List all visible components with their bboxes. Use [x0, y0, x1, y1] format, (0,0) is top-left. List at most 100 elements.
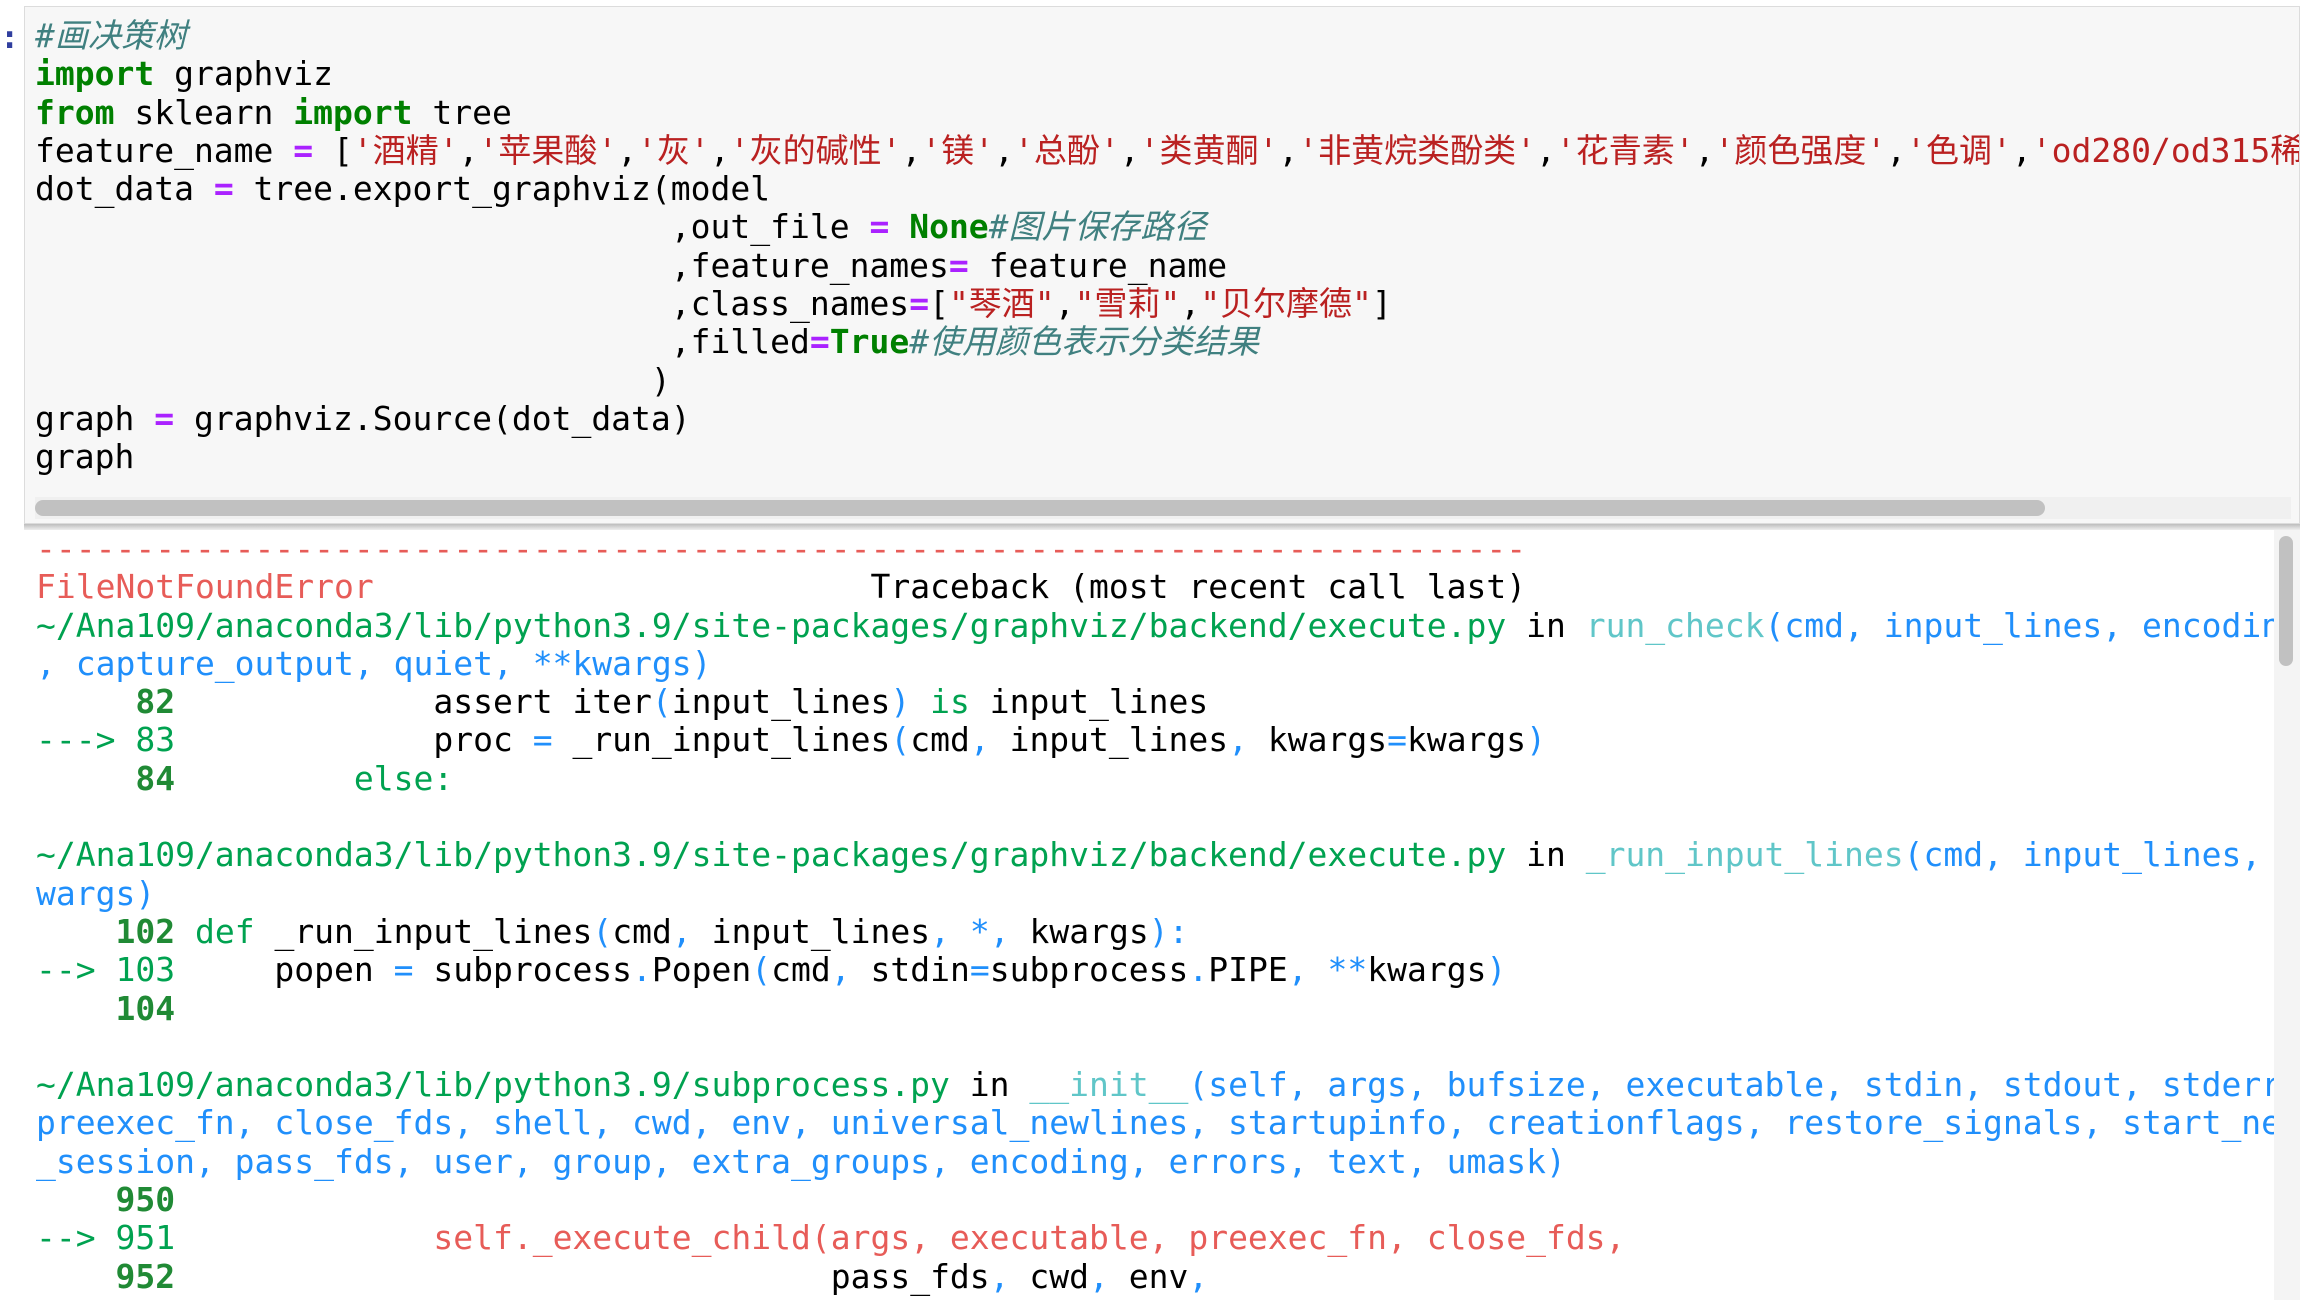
traceback-line-token: kwargs [1248, 720, 1388, 760]
traceback-line-token: ) [890, 682, 911, 722]
traceback-line-token: FileNotFoundError [36, 567, 374, 607]
code-line-token: ] [1371, 284, 1392, 324]
traceback-line-token: kwargs [1367, 950, 1487, 990]
traceback-line-token: ~/Ana109/anaconda3/lib/python3.9/site-pa… [36, 605, 1507, 645]
traceback-line-token: , capture_output, quiet, **kwargs) [36, 643, 712, 683]
traceback-line-token: proc [175, 720, 533, 760]
traceback-line-token: popen [175, 950, 394, 990]
code-line-token: '总酚' [1014, 130, 1120, 170]
traceback-line: wargs) [36, 874, 2274, 913]
traceback-line: ----------------------------------------… [36, 530, 2274, 568]
traceback-line-token: , [671, 911, 692, 951]
horizontal-scrollbar[interactable] [35, 497, 2291, 519]
code-line-token: = [213, 169, 234, 209]
traceback-line-token: . [632, 950, 652, 990]
traceback-line-token: env [1108, 1256, 1189, 1296]
traceback-line-token: cwd [1009, 1256, 1090, 1296]
traceback-line-token: 104 [115, 988, 176, 1028]
traceback-line-token: subprocess [989, 950, 1189, 990]
code-line-token: '苹果酸' [478, 130, 618, 170]
code-cell-editor[interactable]: #画决策树 import graphviz from sklearn import … [24, 6, 2300, 524]
horizontal-scrollbar-thumb[interactable] [35, 500, 2045, 516]
code-line-token: , [1278, 130, 1299, 170]
code-line-token: '花青素' [1555, 130, 1695, 170]
code-line-token: , [901, 130, 922, 170]
traceback-line: , capture_output, quiet, **kwargs) [36, 643, 2274, 683]
traceback-line: 102 def _run_input_lines(cmd, input_line… [36, 911, 2274, 951]
code-line: ) [35, 361, 2299, 400]
code-line-token: dot_data [35, 169, 214, 209]
traceback-line-token [1308, 950, 1328, 989]
code-line-token: = [154, 398, 175, 438]
traceback-line-token: assert iter [175, 682, 652, 722]
code-line: #画决策树 [35, 16, 2299, 55]
traceback-line-token: ) [1526, 720, 1547, 760]
code-line-token: = [948, 245, 969, 285]
code-line-token: '灰的碱性' [729, 130, 902, 170]
code-line-token: [ [929, 284, 949, 324]
traceback-line-token: ): [1148, 911, 1189, 951]
cell-prompt: : [0, 18, 20, 56]
traceback-line-token: input_lines [989, 720, 1229, 760]
code-line-token: = [869, 207, 890, 247]
traceback-line-token: --> 103 [36, 950, 176, 990]
code-line-token: '类黄酮' [1139, 130, 1279, 170]
traceback-line-token: = [532, 720, 553, 760]
code-line-token: import [35, 54, 155, 94]
code-line: ,class_names=["琴酒","雪莉","贝尔摩德"] [35, 284, 2299, 324]
traceback-line-token: ( [751, 950, 772, 990]
traceback-line-token [910, 682, 930, 721]
traceback-line-token: ---> 83 [36, 720, 176, 760]
traceback-line-token: cmd [612, 911, 672, 951]
code-line-token: graphviz.Source(dot_data) [174, 398, 691, 438]
code-line-token: = [909, 284, 930, 324]
code-line: ,filled=True#使用颜色表示分类结果 [35, 322, 2299, 362]
code-line-token: ,class_names [35, 284, 910, 324]
code-line-token: "贝尔摩德" [1200, 284, 1372, 324]
traceback-line-token [950, 912, 970, 951]
traceback-line-token [36, 912, 115, 951]
code-line-token: feature_name [35, 130, 294, 170]
traceback-line-token: , [830, 950, 851, 990]
code-lines[interactable]: #画决策树 import graphviz from sklearn import … [35, 16, 2299, 477]
traceback-line: ~/Ana109/anaconda3/lib/python3.9/site-pa… [36, 836, 2274, 874]
code-line-token: "琴酒" [948, 284, 1055, 324]
traceback-line-token: = [1387, 720, 1407, 760]
traceback-line-token: is [930, 682, 970, 722]
code-line-token: ,filled [35, 322, 810, 362]
traceback-line-token: (self, args, bufsize, executable, stdin,… [1188, 1065, 2274, 1105]
traceback-line-token: PIPE [1208, 950, 1288, 990]
code-line-token: None [909, 207, 989, 247]
code-line-token: '酒精' [352, 130, 459, 170]
traceback-line-token: ~/Ana109/anaconda3/lib/python3.9/subproc… [36, 1065, 950, 1105]
code-line-token: ,feature_names [35, 245, 949, 285]
traceback-line-token: , [1089, 1256, 1109, 1296]
traceback-line-token: *, [969, 911, 1010, 951]
code-line-token: '非黄烷类酚类' [1298, 130, 1537, 170]
code-line-token: , [709, 130, 730, 170]
vertical-scrollbar[interactable] [2274, 530, 2300, 1300]
code-line: ,out_file = None#图片保存路径 [35, 207, 2299, 247]
vertical-scrollbar-thumb[interactable] [2279, 536, 2293, 666]
code-line-token: = [293, 130, 314, 170]
code-line-token: , [1119, 130, 1140, 170]
traceback-line-token: , [1287, 950, 1308, 990]
traceback-line-token: __init__ [1029, 1065, 1189, 1105]
traceback-line: ---> 83 proc = _run_input_lines(cmd, inp… [36, 721, 2274, 759]
traceback-line-token: def [194, 911, 255, 951]
code-line-token: "雪莉" [1074, 284, 1181, 324]
traceback-line-token [36, 1180, 115, 1219]
traceback-line-token: self._execute_child(args, executable, pr… [433, 1218, 1626, 1258]
traceback-line-token: stdin [850, 950, 970, 990]
traceback-line: ~/Ana109/anaconda3/lib/python3.9/site-pa… [36, 605, 2274, 645]
traceback-line-token: kwargs [1406, 720, 1527, 760]
traceback-line-token: in [949, 1065, 1030, 1105]
traceback-line-token [36, 682, 135, 721]
code-line-token: graph [35, 398, 155, 438]
traceback-line-token: else: [353, 758, 454, 798]
traceback-line: _session, pass_fds, user, group, extra_g… [36, 1142, 2274, 1181]
traceback-line [36, 1028, 2274, 1066]
traceback-line [36, 798, 2274, 836]
code-line-token: graph [35, 437, 135, 477]
code-line-token: [ [313, 130, 353, 170]
